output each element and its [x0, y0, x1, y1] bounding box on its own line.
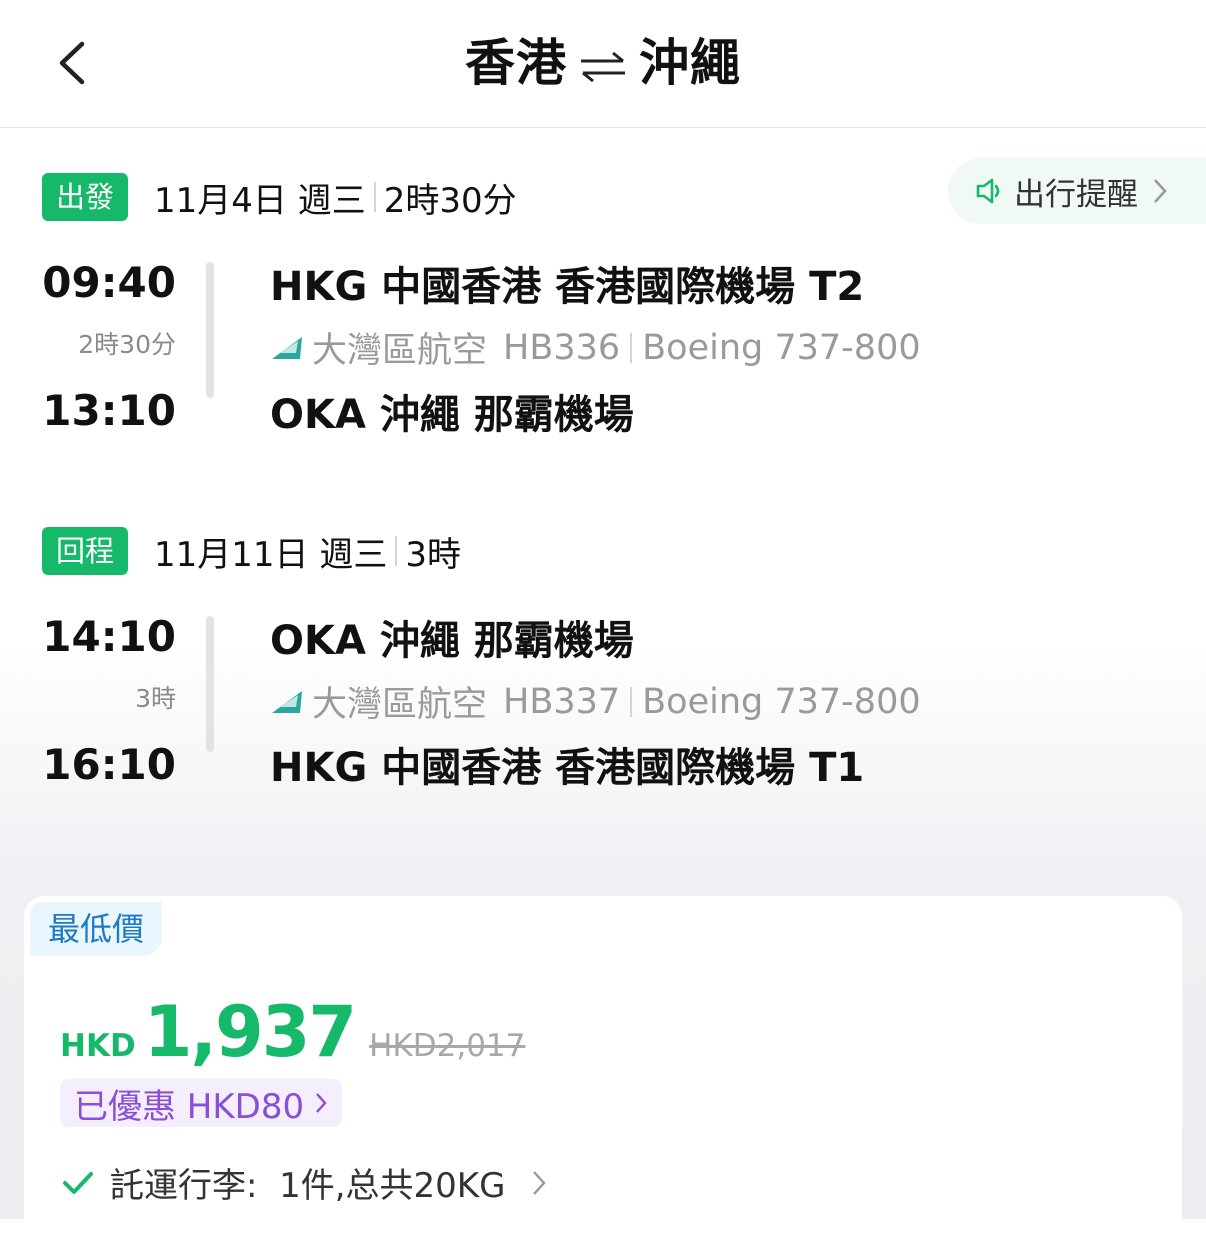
chevron-right-icon: [1154, 179, 1167, 203]
outbound-date: 11月4日 週三: [154, 180, 366, 221]
outbound-flight-info: 大灣區航空 HB336 Boeing 737-800: [270, 322, 921, 373]
aircraft-type: Boeing 737-800: [642, 327, 921, 368]
destination-city: 沖繩: [639, 34, 741, 92]
airline-logo-icon: [272, 690, 302, 713]
travel-reminder-label: 出行提醒: [1014, 176, 1138, 213]
timeline-line: [206, 262, 214, 398]
divider: [630, 332, 633, 363]
speaker-icon: [976, 178, 1000, 204]
airline-name: 大灣區航空: [312, 685, 488, 725]
lowest-price-badge: 最低價: [30, 902, 163, 956]
inbound-arrive-time: 16:10: [42, 740, 176, 789]
inbound-depart-airport: OKA 沖繩 那霸機場: [270, 618, 634, 664]
travel-reminder-button[interactable]: 出行提醒: [948, 158, 1206, 224]
price-currency: HKD: [60, 1028, 136, 1064]
origin-city: 香港: [465, 34, 567, 92]
inbound-flight-info: 大灣區航空 HB337 Boeing 737-800: [270, 676, 921, 727]
baggage-row[interactable]: 託運行李: 1件,总共20KG: [62, 1158, 547, 1207]
flight-number: HB336: [503, 327, 621, 368]
chevron-right-icon: [533, 1170, 547, 1195]
divider: [373, 182, 376, 212]
inbound-depart-time: 14:10: [42, 612, 176, 661]
inbound-header: 回程 11月11日 週三 3時: [42, 527, 461, 575]
outbound-depart-time: 09:40: [42, 258, 176, 307]
airline-name: 大灣區航空: [312, 331, 488, 371]
swap-arrows-icon: [581, 51, 625, 82]
inbound-segment-duration: 3時: [135, 684, 176, 713]
header-bar: 香港 沖繩: [0, 0, 1206, 128]
outbound-header: 出發 11月4日 週三 2時30分: [42, 173, 517, 221]
baggage-label: 託運行李: 1件,总共20KG: [110, 1166, 506, 1206]
discount-label: 已優惠 HKD80: [74, 1086, 305, 1127]
outbound-segment-duration: 2時30分: [78, 330, 176, 359]
outbound-total-duration: 2時30分: [383, 180, 517, 221]
divider: [395, 536, 398, 566]
route-title: 香港 沖繩: [0, 28, 1206, 98]
outbound-tag: 出發: [42, 173, 129, 221]
divider: [630, 686, 633, 717]
price-card[interactable]: 最低價 HKD 1,937 HKD2,017 已優惠 HKD80 託運行李: 1…: [24, 896, 1182, 1236]
aircraft-type: Boeing 737-800: [642, 681, 921, 722]
outbound-arrive-time: 13:10: [42, 386, 176, 435]
price-row: HKD 1,937 HKD2,017: [60, 994, 525, 1070]
inbound-total-duration: 3時: [405, 534, 461, 575]
flight-number: HB337: [503, 681, 621, 722]
discount-button[interactable]: 已優惠 HKD80: [60, 1079, 343, 1127]
airline-logo-icon: [272, 336, 302, 359]
outbound-depart-airport: HKG 中國香港 香港國際機場 T2: [270, 264, 865, 310]
chevron-right-icon: [316, 1093, 327, 1113]
timeline-line: [206, 616, 214, 752]
price-amount: 1,937: [143, 991, 357, 1073]
outbound-arrive-airport: OKA 沖繩 那霸機場: [270, 392, 634, 438]
inbound-arrive-airport: HKG 中國香港 香港國際機場 T1: [270, 745, 865, 791]
inbound-date: 11月11日 週三: [154, 534, 388, 575]
check-icon: [63, 1171, 93, 1194]
inbound-tag: 回程: [42, 527, 129, 575]
original-price: HKD2,017: [369, 1028, 526, 1064]
